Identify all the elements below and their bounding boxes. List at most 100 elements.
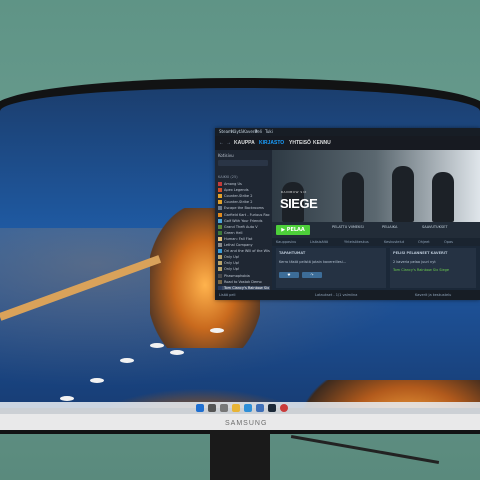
menu-view[interactable]: Näytä [231, 129, 243, 134]
menu-steam[interactable]: Steam [219, 129, 232, 134]
add-game-button[interactable]: Lisää peli [219, 293, 235, 297]
game-icon [218, 243, 222, 247]
friends-title: PELISI PELANNEET KAVERIT [393, 251, 448, 255]
game-icon [218, 194, 222, 199]
game-title: Among Us [224, 182, 242, 186]
game-title: Only Up! [224, 267, 240, 272]
tab-store-page[interactable]: Kauppasivu [276, 240, 296, 244]
game-list-item[interactable]: Road to Vostok Demo [218, 279, 270, 286]
steam-nav: ← → KAUPPA KIRJASTO YHTEISÖ KENNU [215, 136, 480, 150]
game-title: Phasmophobia [224, 273, 250, 278]
game-icon [218, 267, 222, 272]
game-title: Road to Vostok Demo [224, 279, 262, 284]
game-title: Grand Theft Auto V [224, 224, 258, 229]
steam-taskbar-icon[interactable] [268, 404, 276, 412]
friend-game[interactable]: Tom Clancy's Rainbow Six Siege [393, 268, 449, 272]
tab-discussions[interactable]: Keskustelut [384, 240, 404, 244]
hero-title: SIEGE [280, 196, 318, 211]
boat [60, 396, 74, 401]
friends-count: 2 kaveria pelaa juuri nyt [393, 260, 436, 264]
start-icon[interactable] [196, 404, 204, 412]
boat [90, 378, 104, 383]
library-home[interactable]: Kotisivu [218, 153, 234, 158]
like-button[interactable]: ♥ [279, 272, 299, 278]
edge-icon[interactable] [244, 404, 252, 412]
play-button[interactable]: ▶ PELAA [276, 225, 310, 235]
game-icon [218, 249, 222, 254]
game-icon [218, 224, 222, 229]
library-category[interactable]: KAIKKI (25) [218, 175, 238, 179]
monitor-brand-logo: SAMSUNG [225, 420, 268, 427]
operator-figure [342, 172, 364, 222]
back-icon[interactable]: ← [219, 140, 224, 146]
game-list-item[interactable]: Garfield Kart - Furious Racing [218, 212, 270, 219]
game-list-item[interactable]: Apex Legends [218, 188, 270, 194]
game-title: Only Up! [224, 261, 240, 266]
game-list-item[interactable]: Counter-Strike 2 [218, 200, 270, 206]
store-icon[interactable] [256, 404, 264, 412]
game-icon [218, 236, 222, 241]
tab-guides[interactable]: Ohjeet [418, 240, 430, 244]
game-icon [218, 261, 222, 266]
game-icon [218, 182, 222, 186]
friends-chat-button[interactable]: Kaverit ja keskustelu [415, 293, 451, 297]
game-title: Only Up! [224, 255, 240, 260]
game-list-item[interactable]: Counter-Strike 2 [218, 194, 270, 200]
game-list-item[interactable]: Only Up! [218, 261, 270, 267]
taskview-icon[interactable] [220, 404, 228, 412]
menu-games[interactable]: Peli [255, 129, 262, 134]
forward-icon[interactable]: → [226, 140, 231, 146]
game-title: Counter-Strike 2 [224, 194, 253, 199]
steam-bottombar: Lisää peli Lataukset - 1/1 valmiina Kave… [215, 290, 480, 300]
steam-titlebar[interactable]: Steam Näytä Kaverit Peli Tuki [215, 128, 480, 136]
game-list-item[interactable]: Escape the Backrooms [218, 206, 270, 212]
search-icon[interactable] [208, 404, 216, 412]
game-tabs: Kauppasivu Lisäsisältö Yhteisökeskus Kes… [272, 238, 480, 246]
game-title: Garfield Kart - Furious Racing [224, 212, 270, 217]
tab-guide[interactable]: Opas [444, 240, 453, 244]
game-icon [218, 230, 222, 235]
explorer-icon[interactable] [232, 404, 240, 412]
activity-text[interactable]: Kerro tästä pelistä jotain kavereillesi.… [279, 260, 346, 264]
library-search-input[interactable] [218, 160, 268, 166]
game-icon [218, 188, 222, 193]
game-icon [218, 218, 222, 223]
play-label: PELAA [286, 227, 305, 233]
share-button[interactable]: ↷ [302, 272, 322, 278]
game-list-item[interactable]: Grand Theft Auto V [218, 224, 270, 231]
boat [210, 328, 224, 333]
game-icon [218, 206, 222, 211]
downloads-status[interactable]: Lataukset - 1/1 valmiina [315, 293, 357, 297]
tab-dlc[interactable]: Lisäsisältö [310, 240, 328, 244]
game-icon [218, 200, 222, 205]
game-list-item[interactable]: Green Hell [218, 230, 270, 237]
boat [150, 343, 164, 348]
game-icon [218, 255, 222, 260]
tab-community-hub[interactable]: Yhteisökeskus [344, 240, 369, 244]
game-list-item[interactable]: Lethal Company [218, 243, 270, 249]
nav-store[interactable]: KAUPPA [234, 140, 255, 146]
game-list-item[interactable]: Only Up! [218, 255, 270, 261]
game-icon [218, 279, 222, 284]
game-icon [218, 273, 222, 278]
game-list-item[interactable]: Only Up! [218, 267, 270, 273]
nav-community[interactable]: YHTEISÖ [289, 140, 311, 146]
operator-figure [432, 172, 454, 222]
stat-last-played: PELATTU VIIMEKSI [332, 225, 364, 229]
menu-help[interactable]: Tuki [265, 129, 273, 134]
game-title: Counter-Strike 2 [224, 200, 253, 205]
steam-window[interactable]: Steam Näytä Kaverit Peli Tuki ← → KAUPPA… [215, 128, 480, 300]
stat-achievements: SAAVUTUKSET [422, 225, 448, 229]
opera-icon[interactable] [280, 404, 288, 412]
game-content: TAPAHTUMAT Kerro tästä pelistä jotain ka… [272, 246, 480, 290]
boat [170, 350, 184, 355]
game-list-item[interactable]: Golf With Your Friends [218, 218, 270, 225]
operator-figure [392, 166, 414, 222]
nav-library[interactable]: KIRJASTO [259, 140, 284, 146]
game-list-item[interactable]: Among Us [218, 182, 270, 188]
nav-profile[interactable]: KENNU [313, 140, 331, 146]
game-list-item[interactable]: Phasmophobia [218, 273, 270, 280]
game-hero-banner: RAINBOW SIX SIEGE [272, 150, 480, 222]
game-list-item[interactable]: Ori and the Will of the Wisps [218, 249, 270, 255]
game-list-item[interactable]: Human: Fall Flat [218, 236, 270, 243]
